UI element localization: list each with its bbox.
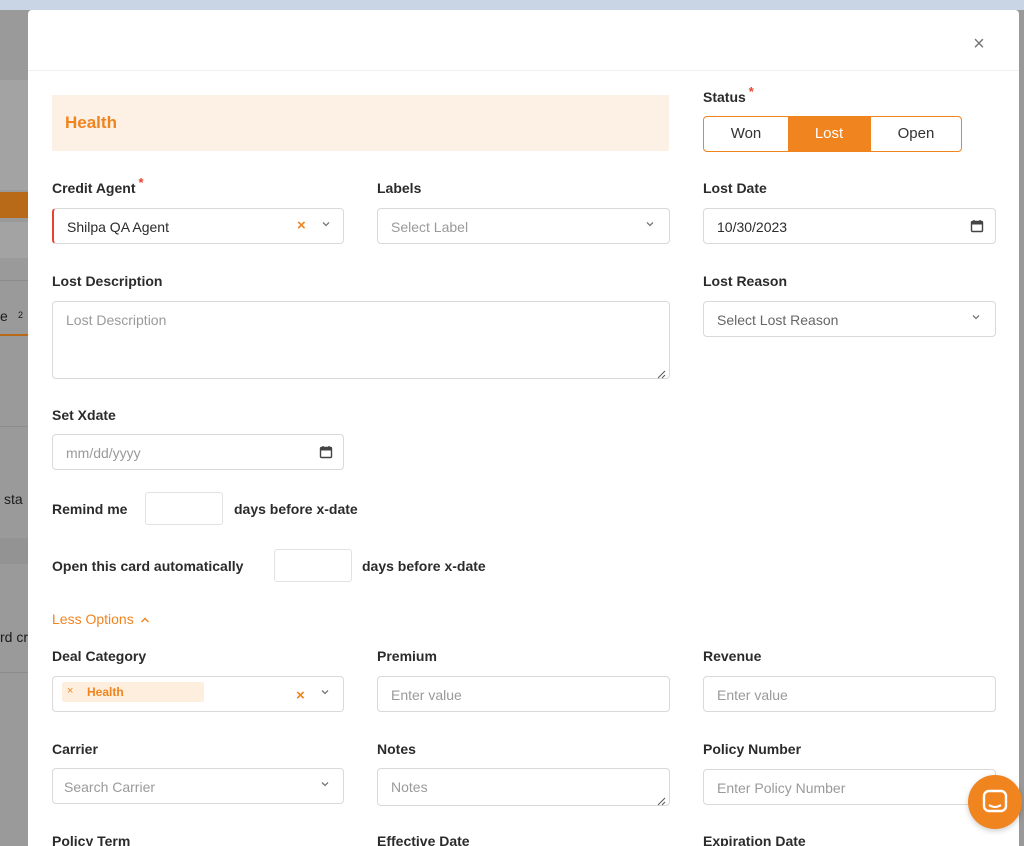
policy-number-placeholder: Enter Policy Number [717, 780, 846, 796]
lost-description-label: Lost Description [52, 273, 163, 289]
policy-term-label: Policy Term [52, 833, 131, 846]
section-banner: Health [52, 95, 669, 151]
set-xdate-label: Set Xdate [52, 407, 116, 423]
tag-remove-icon[interactable]: × [67, 685, 73, 697]
chat-icon [982, 789, 1008, 813]
status-label: Status * [703, 84, 754, 105]
calendar-icon[interactable] [319, 445, 333, 459]
lost-description-placeholder: Lost Description [66, 312, 167, 328]
required-mark: * [138, 175, 144, 190]
open-card-days-input[interactable] [274, 549, 352, 582]
background-topbar [0, 0, 1024, 10]
background-panel [0, 222, 30, 258]
background-label: sta [4, 491, 23, 507]
calendar-icon[interactable] [970, 219, 984, 233]
revenue-placeholder: Enter value [717, 687, 788, 703]
labels-label: Labels [377, 180, 422, 196]
background-active-tab [0, 334, 30, 336]
status-open-button[interactable]: Open [870, 117, 961, 151]
chevron-down-icon[interactable] [320, 219, 332, 231]
open-card-label: Open this card automatically [52, 558, 244, 574]
less-options-link[interactable]: Less Options [52, 611, 150, 627]
background-panel [0, 80, 30, 190]
premium-placeholder: Enter value [391, 687, 462, 703]
effective-date-label: Effective Date [377, 833, 470, 846]
lost-reason-select[interactable]: Select Lost Reason [703, 301, 996, 337]
status-won-button[interactable]: Won [704, 117, 788, 151]
notes-placeholder: Notes [391, 779, 428, 795]
carrier-select[interactable]: Search Carrier [52, 768, 344, 804]
close-icon[interactable]: × [970, 34, 988, 54]
credit-agent-select[interactable]: Shilpa QA Agent × [52, 208, 344, 244]
revenue-label: Revenue [703, 648, 762, 664]
notes-label: Notes [377, 741, 416, 757]
chevron-down-icon[interactable] [644, 219, 656, 231]
deal-category-tag-label: Health [87, 685, 124, 699]
resize-handle-icon[interactable] [657, 793, 666, 806]
revenue-input[interactable]: Enter value [703, 676, 996, 712]
lost-reason-label: Lost Reason [703, 273, 788, 289]
chevron-down-icon[interactable] [319, 687, 331, 699]
chevron-up-icon [140, 617, 149, 623]
carrier-placeholder: Search Carrier [64, 779, 156, 795]
carrier-label: Carrier [52, 741, 98, 757]
chevron-down-icon[interactable] [970, 312, 982, 324]
labels-select[interactable]: Select Label [377, 208, 670, 244]
policy-number-label: Policy Number [703, 741, 802, 757]
background-divider [0, 280, 30, 281]
clear-icon[interactable]: × [296, 688, 305, 704]
credit-agent-value: Shilpa QA Agent [67, 219, 169, 235]
background-label: e [0, 308, 8, 324]
background-right-edge [1019, 10, 1024, 846]
lost-description-textarea[interactable]: Lost Description [52, 301, 670, 379]
credit-agent-label: Credit Agent * [52, 175, 144, 196]
clear-icon[interactable]: × [297, 218, 306, 234]
remind-suffix-label: days before x-date [234, 501, 358, 517]
expiration-date-label: Expiration Date [703, 833, 806, 846]
background-panel [0, 538, 30, 564]
less-options-text: Less Options [52, 611, 134, 627]
credit-agent-label-text: Credit Agent [52, 180, 136, 196]
required-mark: * [748, 84, 754, 99]
lost-date-input[interactable]: 10/30/2023 [703, 208, 996, 244]
deal-category-label: Deal Category [52, 648, 147, 664]
notes-textarea[interactable]: Notes [377, 768, 670, 806]
set-xdate-placeholder: mm/dd/yyyy [66, 445, 141, 461]
background-divider [0, 426, 30, 427]
status-lost-button[interactable]: Lost [788, 117, 870, 151]
status-toggle: Won Lost Open [703, 116, 962, 152]
lost-date-value: 10/30/2023 [717, 219, 788, 235]
open-card-suffix-label: days before x-date [362, 558, 486, 574]
policy-number-input[interactable]: Enter Policy Number [703, 769, 996, 805]
deal-edit-modal: × Health Status * Won Lost Open Credit Ag… [28, 10, 1019, 846]
background-divider [0, 672, 30, 673]
deal-category-select[interactable]: × Health × [52, 676, 344, 712]
background-label: rd cr [0, 629, 28, 645]
lost-reason-placeholder: Select Lost Reason [717, 312, 839, 328]
section-title: Health [65, 113, 117, 132]
resize-handle-icon[interactable] [657, 366, 666, 379]
lost-date-label: Lost Date [703, 180, 767, 196]
remind-days-input[interactable] [145, 492, 223, 525]
status-label-text: Status [703, 89, 746, 105]
header-divider [28, 70, 1019, 71]
set-xdate-input[interactable]: mm/dd/yyyy [52, 434, 344, 470]
premium-input[interactable]: Enter value [377, 676, 670, 712]
chat-launcher-button[interactable] [968, 775, 1022, 829]
background-orange-bar [0, 192, 30, 218]
premium-label: Premium [377, 648, 437, 664]
background-badge: 2 [18, 310, 24, 320]
chevron-down-icon[interactable] [319, 779, 331, 791]
deal-category-tag: × Health [62, 682, 204, 702]
remind-me-label: Remind me [52, 501, 128, 517]
labels-placeholder: Select Label [391, 219, 469, 235]
